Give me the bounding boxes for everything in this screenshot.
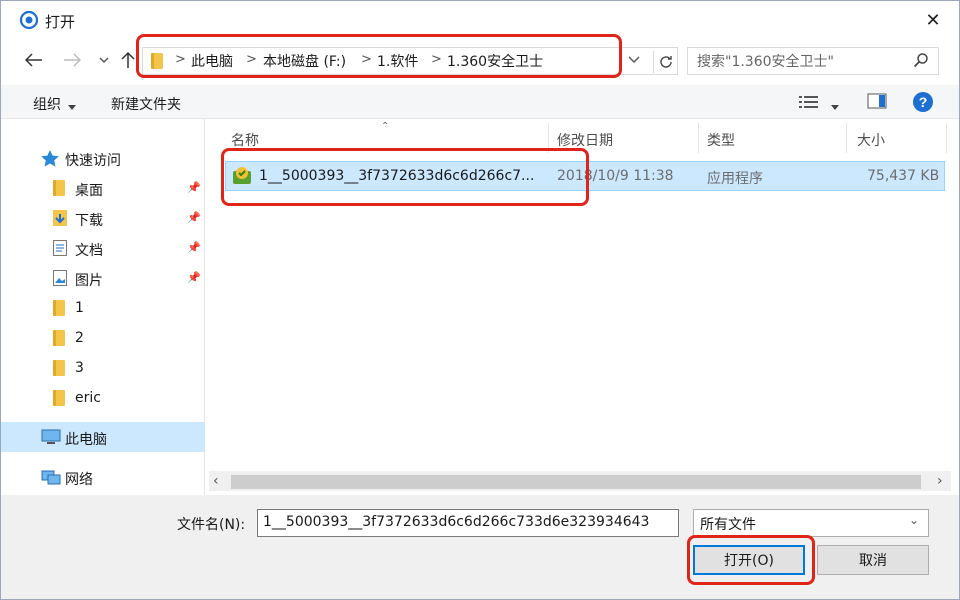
- sidebar-item-quick-access[interactable]: 快速访问: [1, 143, 205, 173]
- chevron-down-icon: [99, 57, 109, 63]
- column-header-date-label: 修改日期: [557, 133, 613, 149]
- sidebar-item-label: 3: [75, 360, 84, 376]
- scroll-right-arrow-icon[interactable]: ›: [937, 473, 943, 489]
- star-icon: [41, 150, 59, 167]
- column-header-name-label: 名称: [231, 133, 259, 149]
- refresh-icon: [660, 56, 672, 68]
- pin-icon: 📌: [187, 211, 201, 224]
- new-folder-button[interactable]: 新建文件夹: [111, 94, 181, 114]
- sidebar-item-network[interactable]: 网络: [1, 462, 205, 492]
- scrollbar-thumb[interactable]: [231, 475, 921, 489]
- view-dropdown-button[interactable]: [831, 99, 839, 115]
- download-folder-icon: [53, 210, 67, 226]
- scroll-left-arrow-icon[interactable]: ‹: [213, 473, 219, 489]
- sidebar-item-eric[interactable]: eric: [1, 383, 205, 413]
- sidebar-item-downloads[interactable]: 下载 📌: [1, 203, 205, 233]
- open-button-highlight-box: [687, 535, 815, 585]
- view-options-button[interactable]: [799, 95, 819, 113]
- sidebar-item-pictures[interactable]: 图片 📌: [1, 263, 205, 293]
- search-icon: [913, 52, 929, 72]
- refresh-button[interactable]: [653, 51, 675, 73]
- sidebar-item-label: 文档: [75, 243, 103, 259]
- help-button[interactable]: ?: [913, 92, 933, 116]
- up-arrow-icon: [121, 51, 135, 68]
- file-size: 75,437 KB: [867, 168, 940, 184]
- folder-icon: [53, 390, 65, 406]
- recent-locations-button[interactable]: [91, 47, 117, 73]
- organize-menu[interactable]: 组织: [33, 94, 61, 114]
- back-arrow-icon: [25, 53, 42, 67]
- back-button[interactable]: [21, 47, 47, 73]
- filename-field[interactable]: 1__5000393__3f7372633d6c6d266c733d6e3239…: [257, 509, 679, 537]
- sidebar-item-label: 1: [75, 300, 84, 316]
- filename-label: 文件名(N):: [177, 517, 246, 533]
- sidebar-item-this-pc[interactable]: 此电脑: [1, 422, 205, 452]
- cancel-button[interactable]: 取消: [817, 545, 929, 575]
- sidebar-item-label: eric: [75, 390, 101, 406]
- preview-pane-icon: [867, 93, 887, 109]
- pin-icon: 📌: [187, 271, 201, 284]
- sidebar-item-label: 网络: [65, 472, 93, 488]
- search-placeholder: 搜索"1.360安全卫士": [697, 54, 834, 70]
- pin-icon: 📌: [187, 181, 201, 194]
- file-type: 应用程序: [707, 171, 763, 187]
- column-header-type-label: 类型: [707, 133, 735, 149]
- sidebar-item-folder-2[interactable]: 2: [1, 323, 205, 353]
- preview-pane-button[interactable]: [867, 93, 887, 113]
- sidebar-item-documents[interactable]: 文档 📌: [1, 233, 205, 263]
- sidebar-item-label: 2: [75, 330, 84, 346]
- sidebar-item-label: 下载: [75, 213, 103, 229]
- folder-icon: [53, 330, 65, 346]
- sidebar-item-label: 快速访问: [65, 153, 121, 169]
- pin-icon: 📌: [187, 241, 201, 254]
- file-highlight-box: [221, 148, 589, 206]
- address-dropdown-button[interactable]: [627, 53, 641, 71]
- forward-arrow-icon: [64, 53, 81, 67]
- sidebar-item-label: 图片: [75, 273, 103, 289]
- pictures-icon: [53, 270, 67, 286]
- forward-button[interactable]: [59, 47, 85, 73]
- chevron-down-icon: [628, 56, 640, 63]
- filetype-select[interactable]: 所有文件: [693, 509, 929, 537]
- sidebar-item-folder-1[interactable]: 1: [1, 293, 205, 323]
- chevron-down-icon: [68, 99, 76, 115]
- folder-icon: [53, 180, 65, 196]
- folder-icon: [53, 360, 65, 376]
- sort-asc-icon: ⌃: [381, 121, 390, 132]
- sidebar-item-label: 此电脑: [65, 432, 107, 448]
- chevron-down-icon: ⌄: [909, 513, 920, 527]
- sidebar-item-desktop[interactable]: 桌面 📌: [1, 173, 205, 203]
- app-globe-icon: [19, 10, 39, 30]
- column-header-size-label: 大小: [857, 133, 885, 149]
- close-button[interactable]: ✕: [913, 5, 953, 35]
- open-file-dialog: 打开 ✕ > 此电脑 > 本地磁盘 (F:) > 1.软件 > 1.360安全卫…: [0, 0, 960, 600]
- sidebar-item-folder-3[interactable]: 3: [1, 353, 205, 383]
- computer-icon: [41, 429, 61, 444]
- sidebar-item-label: 桌面: [75, 183, 103, 199]
- address-highlight-box: [136, 34, 622, 78]
- folder-icon: [53, 300, 65, 316]
- dialog-title: 打开: [45, 13, 76, 31]
- details-view-icon: [799, 96, 818, 108]
- chevron-down-icon: [831, 105, 839, 110]
- network-icon: [41, 470, 61, 485]
- documents-icon: [53, 240, 67, 256]
- svg-text:?: ?: [919, 94, 928, 110]
- help-icon: ?: [913, 92, 933, 112]
